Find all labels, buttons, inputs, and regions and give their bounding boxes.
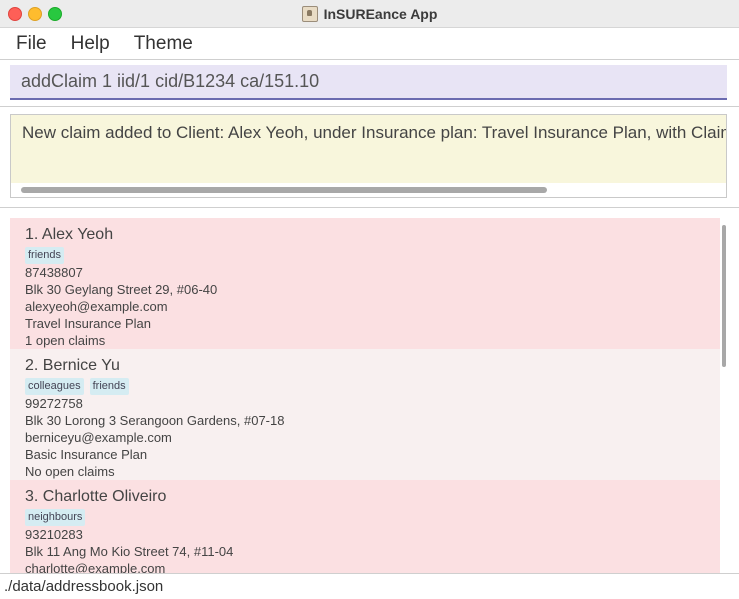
save-location: ./data/addressbook.json [4,578,164,595]
person-email: berniceyu@example.com [25,430,172,445]
person-address: Blk 30 Geylang Street 29, #06-40 [25,282,218,297]
command-pane: addClaim 1 iid/1 cid/B1234 ca/151.10 [0,60,739,107]
person-phone: 87438807 [25,265,83,280]
tag-list: neighbours [25,509,720,526]
person-claims: No open claims [25,464,115,479]
person-list: 1. Alex Yeoh friends 87438807 Blk 30 Gey… [0,208,739,573]
person-claims: 1 open claims [25,333,106,348]
result-display[interactable]: New claim added to Client: Alex Yeoh, un… [10,114,727,198]
person-email: alexyeoh@example.com [25,299,168,314]
person-address: Blk 11 Ang Mo Kio Street 74, #11-04 [25,544,234,559]
person-phone: 99272758 [25,396,83,411]
result-text: New claim added to Client: Alex Yeoh, un… [22,123,727,142]
person-card[interactable]: 1. Alex Yeoh friends 87438807 Blk 30 Gey… [10,218,720,349]
tag-list: colleagues friends [25,378,720,395]
tag: neighbours [25,509,86,526]
tag: friends [25,247,65,264]
title-bar: InSUREance App [0,0,739,28]
person-card[interactable]: 2. Bernice Yu colleagues friends 9927275… [10,349,720,480]
tag: colleagues [25,378,84,395]
menu-help[interactable]: Help [63,33,118,55]
person-card[interactable]: 3. Charlotte Oliveiro neighbours 9321028… [10,480,720,573]
person-name: 2. Bernice Yu [25,357,120,374]
app-icon [301,5,318,22]
list-vertical-scrollbar[interactable] [722,225,726,367]
tag: friends [89,378,129,395]
person-plan: Basic Insurance Plan [25,447,148,462]
person-phone: 93210283 [25,527,83,542]
menu-file[interactable]: File [8,33,55,55]
person-name: 1. Alex Yeoh [25,226,114,243]
result-pane: New claim added to Client: Alex Yeoh, un… [0,107,739,208]
result-horizontal-scrollbar[interactable] [11,183,726,197]
status-bar: ./data/addressbook.json [0,573,739,599]
person-name: 3. Charlotte Oliveiro [25,488,167,505]
result-scroll-thumb[interactable] [21,187,547,193]
person-plan: Travel Insurance Plan [25,316,151,331]
person-address: Blk 30 Lorong 3 Serangoon Gardens, #07-1… [25,413,285,428]
window-title: InSUREance App [323,5,438,22]
command-input[interactable]: addClaim 1 iid/1 cid/B1234 ca/151.10 [10,65,727,100]
tag-list: friends [25,247,720,264]
menu-bar: File Help Theme [0,28,739,60]
menu-theme[interactable]: Theme [126,33,201,55]
person-email: charlotte@example.com [25,561,166,573]
